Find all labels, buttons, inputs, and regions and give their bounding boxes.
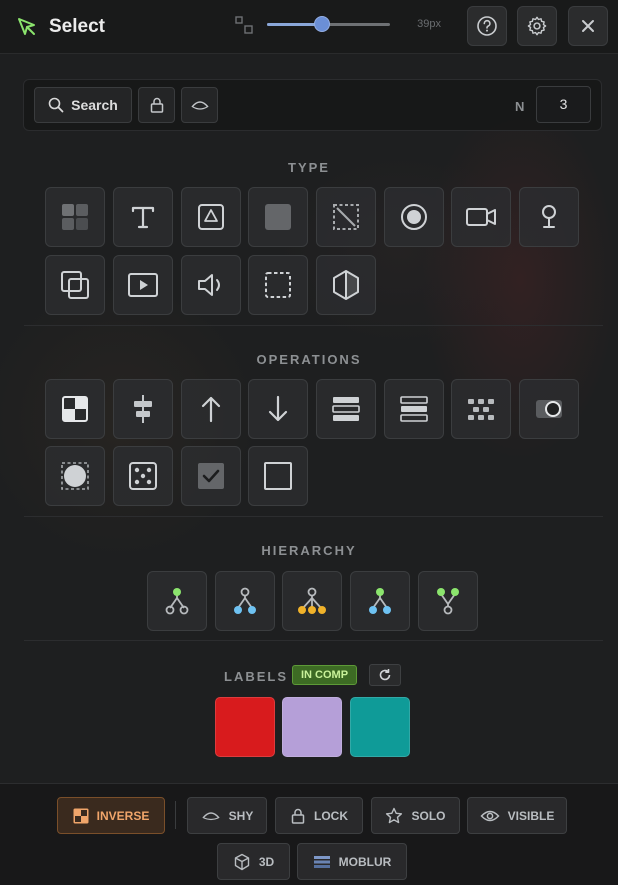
- cursor-arrow-icon: [18, 18, 35, 35]
- hierarchy-divider: [24, 640, 603, 641]
- size-slider[interactable]: [267, 16, 390, 32]
- search-button[interactable]: Search: [34, 87, 132, 123]
- n-label: N: [515, 99, 525, 114]
- eye-closed-icon: [190, 101, 209, 110]
- siblings-node-icon[interactable]: [350, 571, 410, 631]
- lock-toggle[interactable]: LOCK: [275, 797, 363, 834]
- close-icon: [582, 20, 594, 32]
- random-dice-icon[interactable]: [113, 446, 173, 506]
- zoom-squares-icon: [235, 16, 253, 34]
- select-layers-stack-icon[interactable]: [316, 379, 376, 439]
- grid-dots-icon[interactable]: [451, 379, 511, 439]
- bottom-separator: [175, 801, 176, 829]
- select-circle-icon[interactable]: [45, 446, 105, 506]
- star-icon: [386, 807, 403, 823]
- solid-layer-icon[interactable]: [248, 187, 308, 247]
- align-center-icon[interactable]: [113, 379, 173, 439]
- visible-label: VISIBLE: [507, 808, 555, 823]
- type-section-title: TYPE: [288, 160, 330, 175]
- all-children-icon[interactable]: [282, 571, 342, 631]
- 3d-label: 3D: [258, 854, 275, 869]
- inverse-icon: [73, 808, 89, 823]
- cube-icon: [234, 853, 250, 870]
- solo-toggle[interactable]: SOLO: [371, 797, 460, 834]
- label-swatch-lavender[interactable]: [282, 697, 342, 757]
- guide-layer-icon[interactable]: [248, 255, 308, 315]
- text-layer-icon[interactable]: [113, 187, 173, 247]
- label-swatch-teal[interactable]: [350, 697, 410, 757]
- motion-blur-icon: [313, 855, 330, 868]
- moblur-toggle[interactable]: MOBLUR: [297, 843, 407, 880]
- eye-icon: [480, 810, 500, 821]
- in-comp-badge[interactable]: IN COMP: [292, 665, 358, 685]
- search-button-label: Search: [71, 97, 118, 113]
- size-slider-value: 39px: [417, 18, 441, 30]
- hierarchy-section-title: HIERARCHY: [261, 543, 357, 558]
- null-layer-icon[interactable]: [316, 187, 376, 247]
- visibility-toggle-button[interactable]: [181, 87, 218, 123]
- light-icon[interactable]: [519, 187, 579, 247]
- operations-divider: [24, 516, 603, 517]
- solo-label: SOLO: [411, 808, 446, 823]
- adjustment-layer-icon[interactable]: [384, 187, 444, 247]
- lock-label: LOCK: [314, 808, 348, 823]
- type-divider: [24, 325, 603, 326]
- select-below-icon[interactable]: [248, 379, 308, 439]
- label-swatch-red[interactable]: [215, 697, 275, 757]
- 3d-model-icon[interactable]: [316, 255, 376, 315]
- lock-icon: [150, 97, 163, 113]
- camera-icon[interactable]: [451, 187, 511, 247]
- n-count-input[interactable]: 3: [536, 86, 591, 123]
- operations-section-title: OPERATIONS: [256, 352, 362, 367]
- gear-icon: [527, 16, 547, 36]
- composition-icon[interactable]: [45, 255, 105, 315]
- visible-toggle[interactable]: VISIBLE: [467, 797, 567, 834]
- select-layers-stack-alt-icon[interactable]: [384, 379, 444, 439]
- shy-label: SHY: [228, 808, 254, 823]
- shape-layer-icon[interactable]: [181, 187, 241, 247]
- audio-icon[interactable]: [181, 255, 241, 315]
- root-merge-icon[interactable]: [418, 571, 478, 631]
- search-bar: Search N 3: [23, 79, 602, 131]
- help-button[interactable]: [467, 6, 507, 46]
- lock-toggle-button[interactable]: [138, 87, 175, 123]
- video-footage-icon[interactable]: [113, 255, 173, 315]
- question-circle-icon: [477, 16, 497, 36]
- parent-node-icon[interactable]: [147, 571, 207, 631]
- labels-section-title: LABELS: [224, 669, 288, 684]
- shy-icon: [202, 811, 220, 820]
- toggle-icon[interactable]: [519, 379, 579, 439]
- select-panel: Select 39px Search N 3 TYPE OPERATIONS H…: [0, 0, 618, 885]
- invert-selection-icon[interactable]: [45, 379, 105, 439]
- children-node-icon[interactable]: [215, 571, 275, 631]
- lock-icon: [291, 808, 305, 824]
- checkbox-empty-icon[interactable]: [248, 446, 308, 506]
- refresh-button[interactable]: [369, 664, 401, 686]
- checkbox-checked-icon[interactable]: [181, 446, 241, 506]
- select-above-icon[interactable]: [181, 379, 241, 439]
- moblur-label: MOBLUR: [338, 854, 392, 869]
- close-button[interactable]: [568, 6, 608, 46]
- panel-title: Select: [49, 16, 105, 37]
- 3d-toggle[interactable]: 3D: [217, 843, 290, 880]
- inverse-toggle[interactable]: INVERSE: [57, 797, 165, 834]
- top-bar: Select 39px: [0, 0, 618, 54]
- precomp-icon[interactable]: [45, 187, 105, 247]
- shy-toggle[interactable]: SHY: [187, 797, 267, 834]
- inverse-label: INVERSE: [96, 808, 150, 823]
- size-slider-handle[interactable]: [314, 16, 331, 32]
- settings-button[interactable]: [517, 6, 557, 46]
- search-icon: [48, 97, 64, 113]
- refresh-icon: [379, 669, 391, 681]
